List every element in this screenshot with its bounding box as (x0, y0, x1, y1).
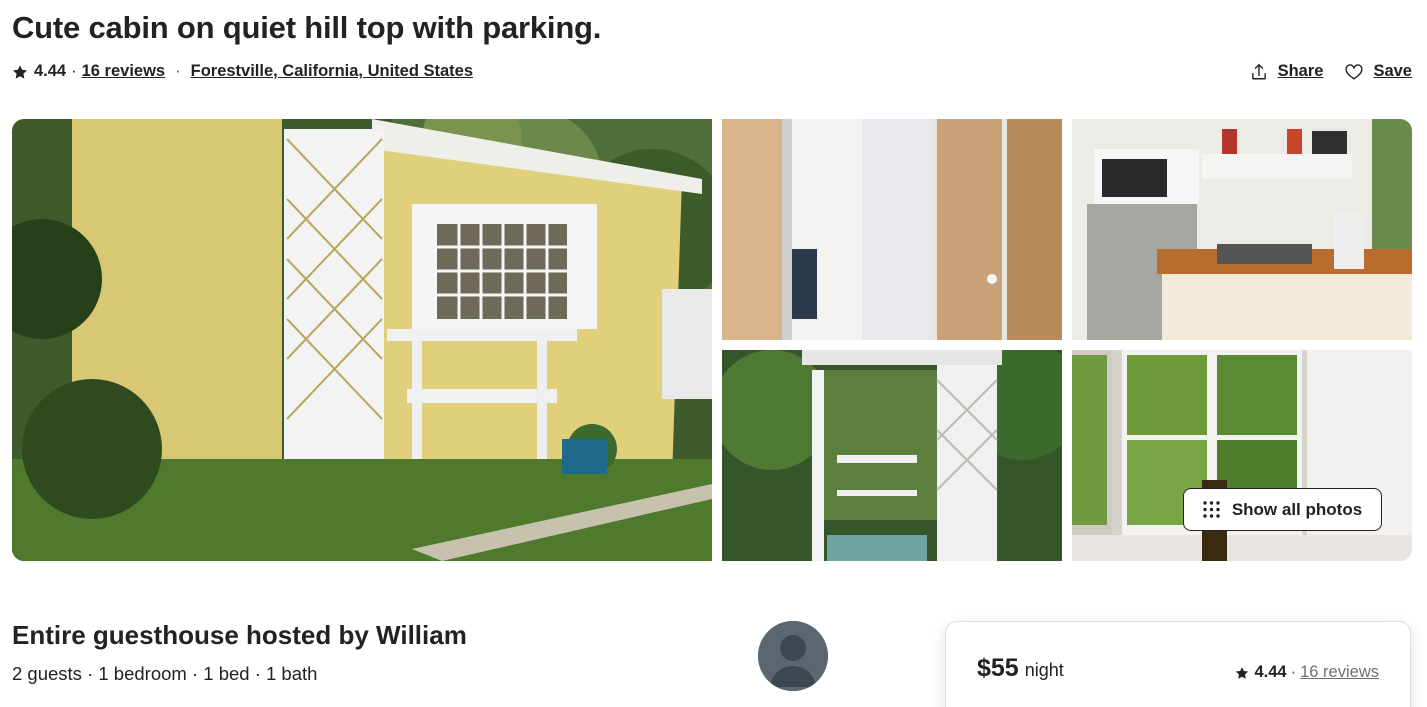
location-link[interactable]: Forestville, California, United States (191, 62, 473, 81)
rating-value: 4.44 (34, 62, 67, 80)
share-icon (1251, 63, 1266, 79)
share-button[interactable]: Share (1250, 62, 1324, 81)
location-separator: · (175, 62, 181, 80)
heart-icon (1345, 63, 1364, 80)
price-unit: night (1024, 660, 1064, 680)
user-silhouette-icon (758, 621, 828, 691)
price-amount: $55 (977, 654, 1019, 682)
booking-rating-value: 4.44 (1254, 663, 1287, 681)
host-avatar[interactable] (758, 621, 828, 691)
booking-reviews-link[interactable]: 16 reviews (1300, 663, 1379, 682)
share-label: Share (1277, 62, 1324, 80)
booking-rating: 4.44 · 16 reviews (1235, 663, 1379, 682)
show-all-photos-button[interactable]: Show all photos (1183, 488, 1382, 531)
rating-separator: · (71, 62, 77, 80)
save-label: Save (1373, 62, 1412, 80)
photo-cabin-exterior[interactable] (12, 119, 712, 561)
save-button[interactable]: Save (1345, 62, 1412, 81)
listing-capacity: 2 guests · 1 bedroom · 1 bed · 1 bath (12, 663, 318, 684)
star-icon (1235, 666, 1248, 679)
grid-dots-icon (1203, 501, 1220, 518)
host-title: Entire guesthouse hosted by William (12, 620, 467, 650)
show-all-photos-label: Show all photos (1231, 499, 1363, 519)
photo-porch[interactable] (722, 350, 1062, 561)
listing-meta: 4.44 · 16 reviews · Forestville, Califor… (12, 62, 473, 81)
photo-kitchen[interactable] (1072, 119, 1412, 340)
listing-title: Cute cabin on quiet hill top with parkin… (12, 10, 602, 45)
booking-rating-separator: · (1290, 663, 1297, 681)
booking-card: $55 night 4.44 · 16 reviews (945, 621, 1411, 707)
bathroom-image (722, 119, 1062, 340)
price-per-night: $55 night (977, 654, 1064, 683)
photo-bathroom[interactable] (722, 119, 1062, 340)
kitchen-image (1072, 119, 1412, 340)
reviews-link[interactable]: 16 reviews (82, 62, 165, 81)
cabin-exterior-image (12, 119, 712, 561)
listing-actions: Share Save (1250, 62, 1412, 81)
porch-image (722, 350, 1062, 561)
star-icon (13, 64, 27, 79)
